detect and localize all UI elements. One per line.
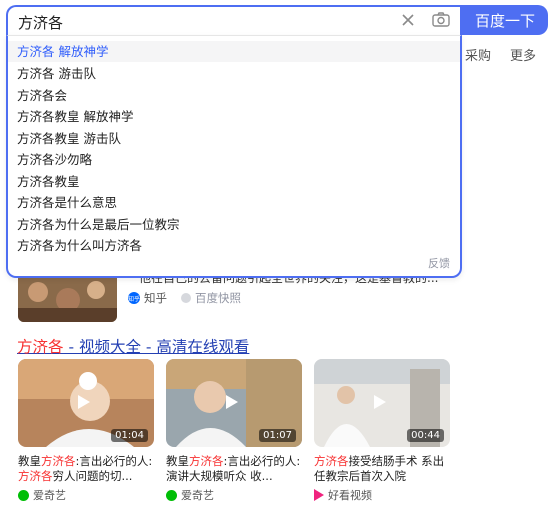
- search-box: 方济各: [6, 5, 462, 35]
- suggestion-item[interactable]: 方济各 解放神学: [8, 41, 460, 62]
- title-highlight: 方济各: [17, 338, 64, 356]
- video-caption[interactable]: 教皇方济各:言出必行的人:演讲大规模听众 收...: [166, 454, 302, 484]
- play-icon: [78, 395, 90, 409]
- iqiyi-icon: [18, 489, 29, 501]
- caption-text: 教皇: [18, 454, 41, 468]
- video-duration: 01:04: [111, 429, 148, 442]
- play-icon: [374, 395, 386, 409]
- suggestion-item[interactable]: 方济各是什么意思: [8, 192, 460, 213]
- zhihu-icon: 知乎: [128, 292, 140, 304]
- feedback-link[interactable]: 反馈: [428, 255, 450, 271]
- video-source-name: 爱奇艺: [33, 489, 66, 502]
- search-button[interactable]: 百度一下: [462, 5, 548, 35]
- video-thumbnail[interactable]: 00:44: [314, 359, 450, 447]
- video-card[interactable]: 00:44 方济各接受结肠手术 系出任教宗后首次入院 好看视频: [314, 359, 450, 503]
- video-source: 爱奇艺: [166, 487, 302, 503]
- nav-item-purchase[interactable]: 采购: [465, 45, 491, 64]
- video-source-name: 好看视频: [328, 489, 372, 502]
- caption-highlight: 方济各: [314, 454, 349, 468]
- caption-text: 教皇: [166, 454, 189, 468]
- result-thumbnail[interactable]: [18, 272, 117, 322]
- suggestion-item[interactable]: 方济各教皇 解放神学: [8, 106, 460, 127]
- video-card[interactable]: 01:04 教皇方济各:言出必行的人:方济各穷人问题的切... 爱奇艺: [18, 359, 154, 503]
- snapshot-link[interactable]: 百度快照: [195, 290, 241, 306]
- video-caption[interactable]: 方济各接受结肠手术 系出任教宗后首次入院: [314, 454, 450, 484]
- camera-icon[interactable]: [431, 10, 451, 30]
- title-rest: - 视频大全 - 高清在线观看: [63, 338, 250, 356]
- caption-text: :言出必行的人:: [75, 454, 153, 468]
- result-source-name[interactable]: 知乎: [144, 290, 167, 306]
- search-input[interactable]: 方济各: [18, 12, 63, 33]
- video-card[interactable]: 01:07 教皇方济各:言出必行的人:演讲大规模听众 收... 爱奇艺: [166, 359, 302, 503]
- video-source-name: 爱奇艺: [181, 489, 214, 502]
- video-result-title[interactable]: 方济各 - 视频大全 - 高清在线观看: [17, 335, 249, 357]
- video-thumbnail[interactable]: 01:07: [166, 359, 302, 447]
- video-thumbnail[interactable]: 01:04: [18, 359, 154, 447]
- iqiyi-icon: [166, 489, 177, 501]
- play-icon: [226, 395, 238, 409]
- result-source-row: 知乎 知乎 百度快照: [128, 290, 241, 306]
- video-duration: 01:07: [259, 429, 296, 442]
- suggestion-item[interactable]: 方济各教皇 游击队: [8, 128, 460, 149]
- snapshot-icon: [181, 293, 191, 303]
- close-icon[interactable]: [398, 10, 418, 30]
- suggestion-item[interactable]: 方济各会: [8, 85, 460, 106]
- caption-text: 穷人问题的切...: [52, 469, 133, 483]
- suggestion-item[interactable]: 方济各 游击队: [8, 63, 460, 84]
- caption-highlight: 方济各: [18, 469, 53, 483]
- video-duration: 00:44: [407, 429, 444, 442]
- suggestion-item[interactable]: 方济各沙勿略: [8, 149, 460, 170]
- nav-item-more[interactable]: 更多: [510, 45, 536, 64]
- suggestion-item[interactable]: 方济各为什么叫方济各: [8, 235, 460, 256]
- suggestion-item[interactable]: 方济各教皇: [8, 171, 460, 192]
- haokan-icon: [314, 489, 324, 501]
- video-caption[interactable]: 教皇方济各:言出必行的人:方济各穷人问题的切...: [18, 454, 154, 484]
- suggestion-dropdown: 方济各 解放神学 方济各 游击队 方济各会 方济各教皇 解放神学 方济各教皇 游…: [6, 35, 462, 278]
- caption-highlight: 方济各: [41, 454, 76, 468]
- caption-highlight: 方济各: [189, 454, 224, 468]
- video-source: 爱奇艺: [18, 487, 154, 503]
- video-source: 好看视频: [314, 487, 450, 503]
- suggestion-item[interactable]: 方济各为什么是最后一位教宗: [8, 214, 460, 235]
